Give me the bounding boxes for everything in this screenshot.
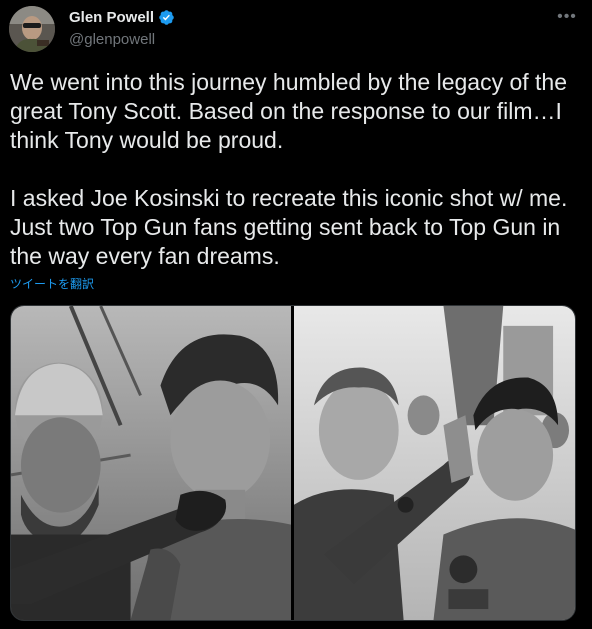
original-scene-photo[interactable] [294, 306, 575, 620]
display-name[interactable]: Glen Powell [69, 9, 154, 26]
more-horizontal-icon: ••• [557, 8, 577, 25]
new-scene-photo[interactable] [11, 306, 291, 620]
tweet-media [10, 305, 576, 621]
name-row: Glen Powell [69, 9, 175, 26]
verified-badge-icon [159, 10, 174, 25]
translate-tweet-link[interactable]: ツイートを翻訳 [10, 275, 94, 292]
tweet: Glen Powell @glenpowell ••• We went into… [0, 0, 592, 629]
tweet-text: We went into this journey humbled by the… [10, 69, 568, 269]
user-handle[interactable]: @glenpowell [69, 31, 155, 48]
more-options-button[interactable]: ••• [554, 4, 580, 30]
avatar[interactable] [9, 6, 55, 52]
